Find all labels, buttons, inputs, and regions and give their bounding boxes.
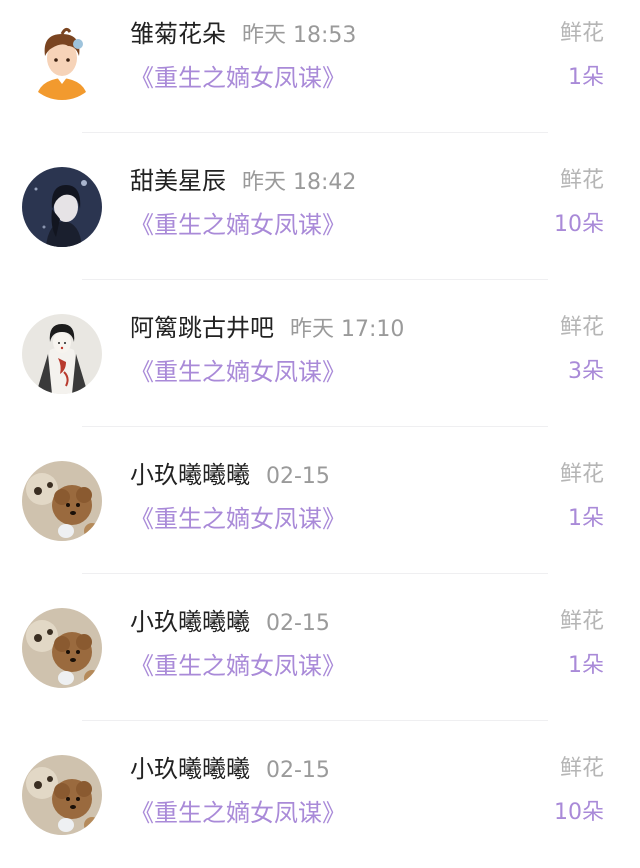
sender-name-text: 雏菊花朵 — [130, 20, 226, 48]
book-title-link[interactable]: 《重生之嫡女凤谋》 — [130, 60, 346, 96]
sender-name-text: 小玖曦曦曦 — [130, 608, 250, 636]
gift-type-label: 鲜花 — [559, 168, 604, 193]
avatar[interactable] — [22, 461, 102, 541]
gift-count: 3朵 — [568, 359, 604, 384]
sender-name-text: 阿篱跳古井吧 — [130, 314, 274, 342]
book-title-link[interactable]: 《重生之嫡女凤谋》 — [130, 648, 346, 684]
sender-name: 甜美星辰 昨天 18:42 — [130, 163, 356, 201]
gift-type-label: 鲜花 — [559, 756, 604, 781]
gift-record-row[interactable]: 雏菊花朵 昨天 18:53 《重生之嫡女凤谋》 鲜花 1朵 — [0, 0, 640, 133]
avatar[interactable] — [22, 167, 102, 247]
avatar[interactable] — [22, 608, 102, 688]
teddy-dog-avatar-icon — [22, 461, 102, 541]
sender-name-text: 小玖曦曦曦 — [130, 755, 250, 783]
gift-time: 昨天 17:10 — [290, 317, 405, 342]
gift-time: 02-15 — [266, 464, 330, 489]
ink-painting-avatar-icon — [22, 314, 102, 394]
sender-name: 小玖曦曦曦 02-15 — [130, 457, 330, 495]
avatar[interactable] — [22, 755, 102, 835]
gift-count: 1朵 — [568, 506, 604, 531]
teddy-dog-avatar-icon — [22, 608, 102, 688]
gift-record-row[interactable]: 阿篱跳古井吧 昨天 17:10 《重生之嫡女凤谋》 鲜花 3朵 — [0, 280, 640, 427]
gift-record-row[interactable]: 小玖曦曦曦 02-15 《重生之嫡女凤谋》 鲜花 10朵 — [0, 721, 640, 868]
avatar[interactable] — [22, 314, 102, 394]
book-title-link[interactable]: 《重生之嫡女凤谋》 — [130, 207, 346, 243]
teddy-dog-avatar-icon — [22, 755, 102, 835]
gift-record-row[interactable]: 小玖曦曦曦 02-15 《重生之嫡女凤谋》 鲜花 1朵 — [0, 427, 640, 574]
gift-type-label: 鲜花 — [559, 21, 604, 46]
sender-name: 小玖曦曦曦 02-15 — [130, 604, 330, 642]
avatar[interactable] — [22, 20, 102, 100]
sender-name-text: 小玖曦曦曦 — [130, 461, 250, 489]
book-title-link[interactable]: 《重生之嫡女凤谋》 — [130, 354, 346, 390]
gift-record-list: 雏菊花朵 昨天 18:53 《重生之嫡女凤谋》 鲜花 1朵 甜美星辰 昨天 18:4… — [0, 0, 640, 868]
gift-type-label: 鲜花 — [559, 609, 604, 634]
cartoon-boy-avatar-icon — [22, 20, 102, 100]
gift-time: 02-15 — [266, 758, 330, 783]
sender-name: 阿篱跳古井吧 昨天 17:10 — [130, 310, 404, 348]
gift-time: 昨天 18:53 — [242, 23, 357, 48]
gift-type-label: 鲜花 — [559, 462, 604, 487]
gift-count: 10朵 — [554, 212, 604, 237]
gift-type-label: 鲜花 — [559, 315, 604, 340]
gift-count: 1朵 — [568, 65, 604, 90]
book-title-link[interactable]: 《重生之嫡女凤谋》 — [130, 501, 346, 537]
gift-record-row[interactable]: 小玖曦曦曦 02-15 《重生之嫡女凤谋》 鲜花 1朵 — [0, 574, 640, 721]
gift-time: 02-15 — [266, 611, 330, 636]
night-girl-avatar-icon — [22, 167, 102, 247]
sender-name: 小玖曦曦曦 02-15 — [130, 751, 330, 789]
gift-record-row[interactable]: 甜美星辰 昨天 18:42 《重生之嫡女凤谋》 鲜花 10朵 — [0, 133, 640, 280]
gift-time: 昨天 18:42 — [242, 170, 357, 195]
sender-name-text: 甜美星辰 — [130, 167, 226, 195]
book-title-link[interactable]: 《重生之嫡女凤谋》 — [130, 795, 346, 831]
gift-count: 1朵 — [568, 653, 604, 678]
sender-name: 雏菊花朵 昨天 18:53 — [130, 16, 356, 54]
gift-count: 10朵 — [554, 800, 604, 825]
